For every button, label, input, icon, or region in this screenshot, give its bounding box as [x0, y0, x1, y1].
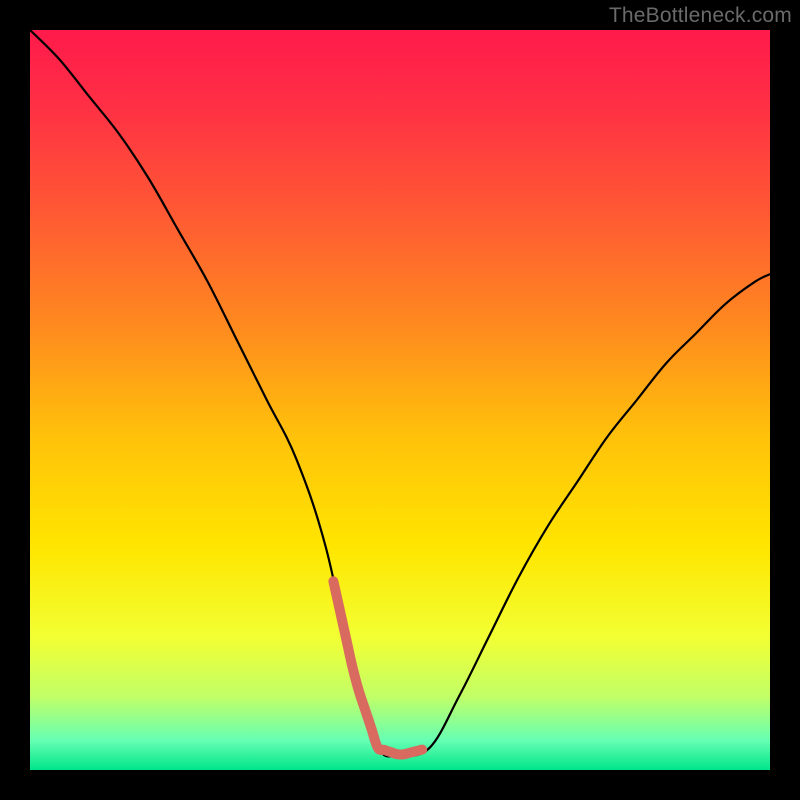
chart-frame: TheBottleneck.com [0, 0, 800, 800]
chart-svg [30, 30, 770, 770]
watermark-text: TheBottleneck.com [609, 4, 792, 28]
gradient-background [30, 30, 770, 770]
plot-area [30, 30, 770, 770]
